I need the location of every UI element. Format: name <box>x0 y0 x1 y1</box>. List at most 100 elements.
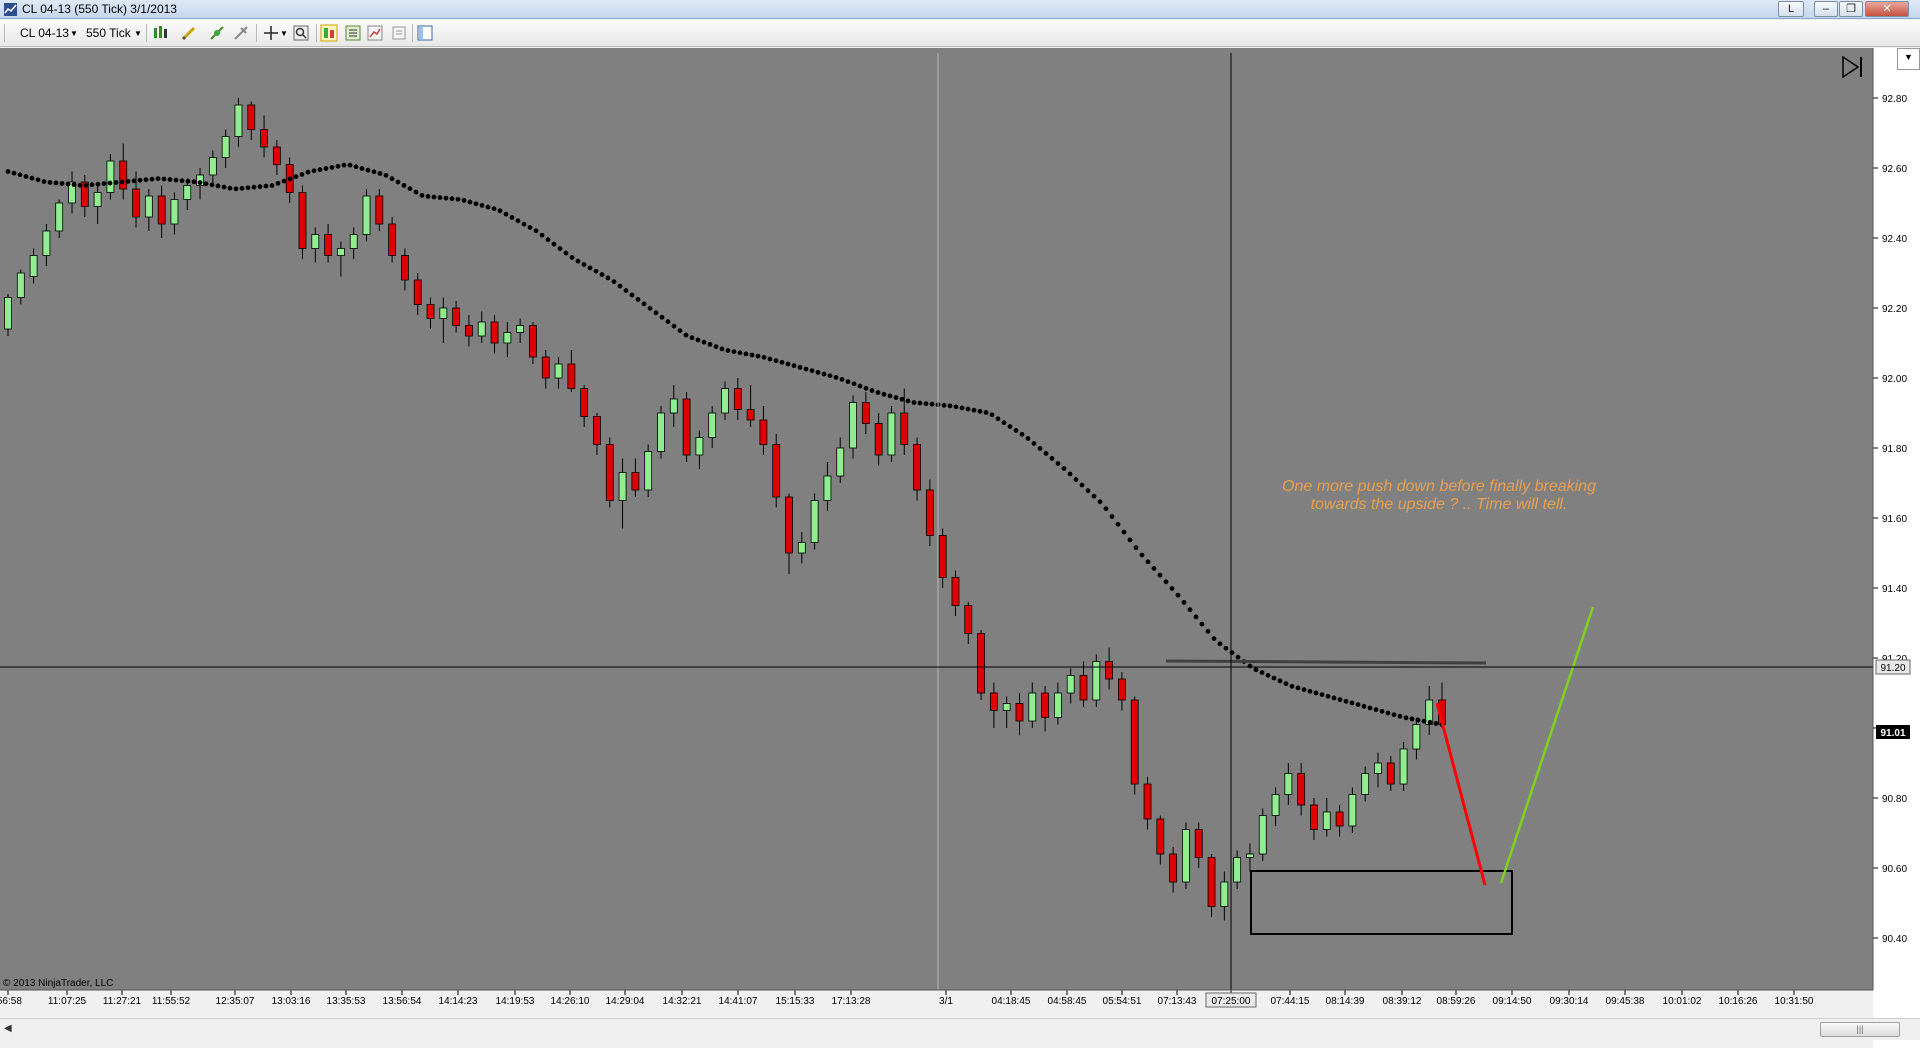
candle <box>1156 815 1165 865</box>
sma-dot <box>65 181 71 187</box>
time-tick-label: 08:59:26 <box>1437 996 1476 1007</box>
sma-dot <box>1367 705 1373 711</box>
sma-dot <box>1091 493 1097 499</box>
candle-body <box>401 255 409 281</box>
candle-body <box>93 192 102 207</box>
candle <box>1310 798 1318 840</box>
time-tick-label: 14:41:07 <box>719 996 758 1007</box>
sma-dot <box>1427 719 1433 725</box>
sma-dot <box>263 183 269 189</box>
sma-dot <box>167 177 173 182</box>
candle-body <box>554 363 563 379</box>
candle-body <box>362 195 371 235</box>
horizontal-scrollbar[interactable]: ◀ ||| <box>0 1018 1920 1040</box>
candle <box>810 493 819 550</box>
sma-dot <box>881 391 887 397</box>
sma-dot <box>941 402 947 408</box>
candle-body <box>1143 783 1152 820</box>
sma-dot <box>197 180 203 186</box>
candle <box>298 185 307 259</box>
price-chart[interactable]: 92.80 92.60 92.40 92.20 92.00 91.80 91.60 91.40… <box>0 0 1920 1020</box>
sma-dot <box>1385 710 1391 716</box>
support-zone-rectangle[interactable] <box>1250 870 1513 935</box>
candle-body <box>260 129 268 148</box>
sma-dot <box>203 181 209 187</box>
candle <box>1361 766 1370 802</box>
sma-dot <box>851 381 857 387</box>
candle-body <box>324 234 332 256</box>
sma-dot <box>557 246 563 251</box>
sma-dot <box>119 179 125 185</box>
candle-body <box>669 398 678 414</box>
scroll-to-end-icon[interactable] <box>1842 55 1862 79</box>
sma-dot <box>965 406 971 412</box>
sma-dot <box>707 342 713 347</box>
candle-body <box>1207 857 1216 907</box>
time-tick-label: 04:58:45 <box>1048 996 1087 1007</box>
sma-dot <box>731 349 737 355</box>
sma-dot <box>77 182 83 188</box>
projection-up-line[interactable] <box>1499 606 1595 884</box>
candle <box>119 143 128 200</box>
sma-dot <box>995 416 1001 422</box>
candle <box>452 301 461 333</box>
sma-dot <box>1409 716 1415 722</box>
candle <box>221 129 230 168</box>
candle <box>1015 693 1024 735</box>
candle-body <box>836 447 845 477</box>
sma-dot <box>1061 466 1067 471</box>
sma-dot <box>485 204 491 210</box>
sma-dot <box>125 178 131 184</box>
candle-body <box>1271 794 1280 816</box>
candle <box>362 189 371 242</box>
candle <box>375 189 384 231</box>
candle <box>465 315 473 347</box>
candle-body <box>631 472 640 491</box>
candle-body <box>221 136 230 158</box>
candle <box>1143 777 1152 830</box>
sma-dot <box>407 186 413 192</box>
candle <box>55 199 64 238</box>
projection-down-line[interactable] <box>1435 702 1487 886</box>
sma-dot <box>437 195 443 200</box>
candle <box>324 224 332 263</box>
scroll-left-icon[interactable]: ◀ <box>4 1023 12 1034</box>
candle <box>1066 668 1075 704</box>
candle-body <box>1105 661 1114 680</box>
resistance-line[interactable] <box>1165 659 1487 665</box>
candle-body <box>567 363 576 389</box>
sma-dot <box>1025 436 1031 441</box>
time-tick-label: 14:29:04 <box>606 996 645 1007</box>
sma-dot <box>1325 693 1331 699</box>
candle-body <box>298 192 307 249</box>
candle <box>746 385 755 427</box>
candle <box>1028 682 1037 728</box>
sma-dot <box>563 250 569 256</box>
candle-body <box>1310 804 1318 830</box>
candle-body <box>452 307 461 326</box>
sma-dot <box>149 176 155 182</box>
candle <box>951 570 960 616</box>
sma-dot <box>953 404 959 410</box>
candle-body <box>4 297 12 330</box>
candle-body <box>42 230 51 256</box>
candle-body <box>913 444 921 491</box>
candle-body <box>925 489 934 536</box>
candle <box>554 357 563 389</box>
sma-dot <box>1307 688 1313 694</box>
panel-menu-button[interactable]: ▼ <box>1897 48 1920 70</box>
sma-dot <box>509 215 515 220</box>
sma-dot <box>857 383 863 389</box>
candle <box>1322 798 1331 837</box>
sma-dot <box>1181 600 1187 605</box>
sma-dot <box>1019 431 1025 437</box>
time-tick-label: 11:55:52 <box>152 996 191 1007</box>
sma-dot <box>1283 681 1289 687</box>
candle-body <box>1233 857 1242 883</box>
candle-body <box>29 255 38 277</box>
candle-body <box>618 472 627 501</box>
candle <box>170 192 179 235</box>
candle <box>849 395 857 459</box>
scrollbar-thumb[interactable]: ||| <box>1820 1022 1900 1037</box>
sma-dot <box>1067 471 1073 477</box>
